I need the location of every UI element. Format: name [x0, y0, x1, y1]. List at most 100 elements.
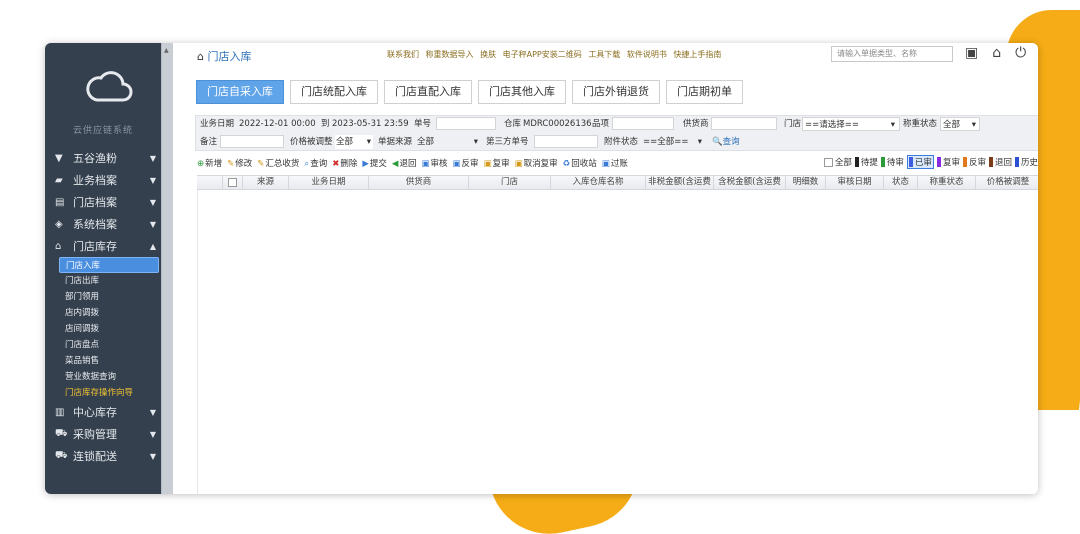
tab-opening-doc[interactable]: 门店期初单	[666, 80, 743, 104]
col-audit-date[interactable]: 审核日期	[826, 176, 884, 189]
query-button[interactable]: 🔍查询	[712, 135, 740, 149]
submit-button[interactable]: ▶提交	[362, 157, 387, 169]
date-to-field[interactable]: 2023-05-31 23:59	[332, 117, 409, 131]
screenshot-stage: 云供应链系统 ▼ 五谷渔粉 ▼ ▰ 业务档案 ▼ ▤ 门店档案 ▼ ◈ 系统档案…	[0, 0, 1080, 534]
weigh-status-select[interactable]: 全部 ▾	[940, 117, 980, 131]
status-filter-history[interactable]: 历史	[1014, 156, 1038, 168]
collapse-arrow-icon[interactable]: ▲	[164, 47, 169, 54]
sidebar-item-chain-delivery[interactable]: ⛟ 连锁配送 ▼	[45, 445, 161, 467]
tab-external-return[interactable]: 门店外销退货	[572, 80, 660, 104]
id-card-icon[interactable]: ▣	[965, 45, 978, 61]
main-content: ⌂ 门店入库 联系我们 称重数据导入 换肤 电子秤APP安装二维码 工具下载 软…	[173, 43, 1038, 494]
col-biz-date[interactable]: 业务日期	[289, 176, 369, 189]
remark-input[interactable]	[220, 135, 284, 149]
add-button[interactable]: ⊕新增	[197, 157, 222, 169]
top-links: 联系我们 称重数据导入 换肤 电子秤APP安装二维码 工具下载 软件说明书 快捷…	[387, 49, 725, 60]
source-select[interactable]: 全部 ▾	[416, 135, 480, 149]
link-tool-download[interactable]: 工具下载	[588, 50, 620, 59]
status-filter-returned[interactable]: 退回	[988, 156, 1012, 168]
post-button[interactable]: ▣过账	[602, 157, 628, 169]
biz-date-label: 业务日期	[200, 119, 235, 129]
sidebar-item-business-archive[interactable]: ▰ 业务档案 ▼	[45, 169, 161, 191]
recycle-bin-button[interactable]: ♻回收站	[563, 157, 597, 169]
sidebar-item-system-archive[interactable]: ◈ 系统档案 ▼	[45, 213, 161, 235]
sidebar-item-wugu[interactable]: ▼ 五谷渔粉 ▼	[45, 147, 161, 169]
col-price-adjusted[interactable]: 价格被调整	[976, 176, 1038, 189]
audit-icon: ▣	[421, 159, 430, 169]
link-weigh-import[interactable]: 称重数据导入	[426, 50, 474, 59]
audit-button[interactable]: ▣审核	[421, 157, 447, 169]
supplier-input[interactable]	[711, 117, 777, 131]
merge-receive-button[interactable]: ✎汇总收货	[257, 157, 299, 169]
tab-direct-dist-inbound[interactable]: 门店直配入库	[384, 80, 472, 104]
sidebar-item-store-archive[interactable]: ▤ 门店档案 ▼	[45, 191, 161, 213]
link-manual[interactable]: 软件说明书	[627, 50, 667, 59]
sidebar-subitem-in-store-transfer[interactable]: 店内调拨	[45, 305, 161, 321]
col-gross-amount[interactable]: 含税金额(含运费	[714, 176, 786, 189]
col-warehouse-name[interactable]: 入库仓库名称	[551, 176, 646, 189]
cancel-recheck-button[interactable]: ▣取消复审	[515, 157, 558, 169]
chevron-down-icon: ▾	[890, 120, 895, 130]
sidebar-subitem-dish-sales[interactable]: 菜品销售	[45, 353, 161, 369]
sidebar-item-purchase[interactable]: ⛟ 采购管理 ▼	[45, 423, 161, 445]
grid-select-all[interactable]	[223, 176, 243, 189]
home-icon[interactable]: ⌂	[992, 45, 1001, 61]
sidebar-subitem-store-inbound[interactable]: 门店入库	[59, 257, 159, 273]
status-filter-pending-submit[interactable]: 待提	[854, 156, 878, 168]
recheck-button[interactable]: ▣复审	[484, 157, 510, 169]
checkbox[interactable]	[228, 178, 237, 187]
sidebar-splitter[interactable]: ▲	[161, 43, 173, 494]
link-change-skin[interactable]: 换肤	[480, 50, 496, 59]
power-icon[interactable]: ⏻	[1015, 45, 1026, 61]
sidebar-subitem-store-outbound[interactable]: 门店出库	[45, 273, 161, 289]
col-weigh-status[interactable]: 称重状态	[918, 176, 976, 189]
unaudit-button[interactable]: ▣反审	[453, 157, 479, 169]
chevron-down-icon: ▼	[149, 175, 157, 185]
edit-button[interactable]: ✎修改	[227, 157, 252, 169]
query-toolbar-button[interactable]: ⌕查询	[304, 157, 327, 169]
date-from-field[interactable]: 2022-12-01 00:00	[239, 117, 316, 131]
status-filter-pending-audit[interactable]: 待审	[880, 156, 904, 168]
col-net-amount[interactable]: 非税金额(含运费	[646, 176, 714, 189]
system-icon: ◈	[55, 218, 63, 230]
sidebar-subitem-stock-guide[interactable]: 门店库存操作向导	[45, 385, 161, 401]
sidebar-item-store-stock[interactable]: ⌂ 门店库存 ▲	[45, 235, 161, 257]
grid-header: 来源 业务日期 供货商 门店 入库仓库名称 非税金额(含运费 含税金额(含运费 …	[197, 175, 1038, 190]
doc-no-input[interactable]	[436, 117, 496, 131]
sidebar-subitem-business-data-query[interactable]: 营业数据查询	[45, 369, 161, 385]
chevron-down-icon: ▾	[366, 137, 371, 147]
delete-button[interactable]: ✖删除	[332, 157, 357, 169]
warehouse-field[interactable]: MDRC00026136	[523, 117, 592, 131]
sidebar-subitem-store-stocktake[interactable]: 门店盘点	[45, 337, 161, 353]
search-input[interactable]: 请输入单据类型、名称	[831, 46, 953, 62]
store-select[interactable]: ==请选择== ▾	[802, 117, 900, 131]
status-filter-audited[interactable]: 已审	[906, 155, 934, 169]
plus-icon: ⊕	[197, 159, 205, 169]
sidebar-subitem-dept-requisition[interactable]: 部门领用	[45, 289, 161, 305]
col-store[interactable]: 门店	[469, 176, 551, 189]
link-quick-guide[interactable]: 快捷上手指南	[673, 50, 721, 59]
sidebar-subitem-inter-store-transfer[interactable]: 店间调拨	[45, 321, 161, 337]
status-filter-all[interactable]: 全部	[823, 156, 852, 168]
attach-status-select[interactable]: ==全部== ▾	[642, 135, 704, 149]
third-no-input[interactable]	[534, 135, 598, 149]
col-detail-count[interactable]: 明细数	[786, 176, 826, 189]
status-filter-unaudit[interactable]: 反审	[962, 156, 986, 168]
col-supplier[interactable]: 供货商	[369, 176, 469, 189]
sidebar-item-center-stock[interactable]: ▥ 中心库存 ▼	[45, 401, 161, 423]
chevron-down-icon: ▼	[149, 219, 157, 229]
tab-other-inbound[interactable]: 门店其他入库	[478, 80, 566, 104]
col-source[interactable]: 来源	[243, 176, 289, 189]
col-status[interactable]: 状态	[884, 176, 918, 189]
link-contact-us[interactable]: 联系我们	[387, 50, 419, 59]
tab-self-purchase-inbound[interactable]: 门店自采入库	[196, 80, 284, 104]
status-filter-recheck[interactable]: 复审	[936, 156, 960, 168]
price-adjust-select[interactable]: 全部 ▾	[335, 135, 373, 149]
return-button[interactable]: ◀退回	[392, 157, 417, 169]
tab-unified-dist-inbound[interactable]: 门店统配入库	[290, 80, 378, 104]
home-icon: ⌂	[197, 50, 204, 63]
item-input[interactable]	[612, 117, 674, 131]
checkbox[interactable]	[823, 157, 833, 167]
link-scale-app-qrcode[interactable]: 电子秤APP安装二维码	[503, 50, 582, 59]
chevron-down-icon: ▼	[149, 197, 157, 207]
